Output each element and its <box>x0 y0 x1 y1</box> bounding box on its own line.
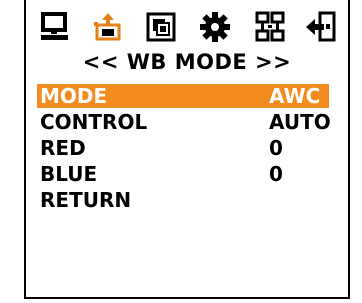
camera-adjust-icon[interactable] <box>91 10 125 44</box>
menu-title: << WB MODE >> <box>82 50 292 74</box>
menu-row-control[interactable]: CONTROL AUTO <box>37 110 331 134</box>
control-value: AUTO <box>269 110 331 134</box>
network-icon[interactable] <box>253 10 287 44</box>
blue-label: BLUE <box>40 162 98 186</box>
menu-row-mode[interactable]: MODE AWC <box>37 84 329 108</box>
osd-menu-panel: << WB MODE >> MODE AWC CONTROL AUTO RED … <box>24 0 350 299</box>
red-value: 0 <box>269 136 283 160</box>
mode-label: MODE <box>40 84 108 108</box>
menu-row-blue[interactable]: BLUE 0 <box>37 162 329 186</box>
monitor-icon[interactable] <box>38 10 72 44</box>
exit-icon[interactable] <box>304 10 338 44</box>
return-label: RETURN <box>40 188 132 212</box>
mode-value: AWC <box>269 84 321 108</box>
menu-row-red[interactable]: RED 0 <box>37 136 329 160</box>
control-label: CONTROL <box>40 110 148 134</box>
image-select-icon[interactable] <box>144 10 178 44</box>
menu-toolbar <box>38 10 338 44</box>
gear-icon[interactable] <box>198 10 232 44</box>
red-label: RED <box>40 136 86 160</box>
menu-row-return[interactable]: RETURN <box>37 188 329 212</box>
blue-value: 0 <box>269 162 283 186</box>
